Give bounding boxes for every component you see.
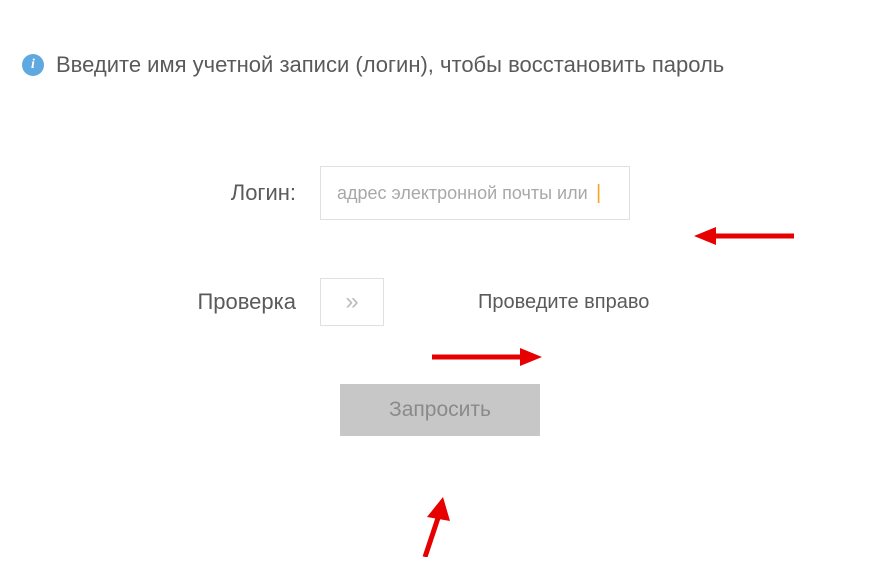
verify-row: Проверка » Проведите вправо [0, 278, 878, 326]
recovery-form: Логин: | Проверка » Проведите вправо Зап… [0, 166, 878, 436]
chevron-right-icon: » [345, 288, 358, 316]
login-input[interactable] [320, 166, 630, 220]
info-banner: i Введите имя учетной записи (логин), чт… [22, 52, 878, 78]
info-message: Введите имя учетной записи (логин), чтоб… [56, 52, 724, 78]
slider-captcha: » Проведите вправо [320, 278, 680, 326]
slider-hint: Проведите вправо [478, 291, 649, 314]
submit-button[interactable]: Запросить [340, 384, 540, 436]
login-label: Логин: [0, 180, 320, 206]
verify-label: Проверка [0, 289, 320, 315]
login-row: Логин: | [0, 166, 878, 220]
annotation-arrow-icon [415, 497, 455, 557]
slider-handle[interactable]: » [320, 278, 384, 326]
info-icon: i [22, 54, 44, 76]
